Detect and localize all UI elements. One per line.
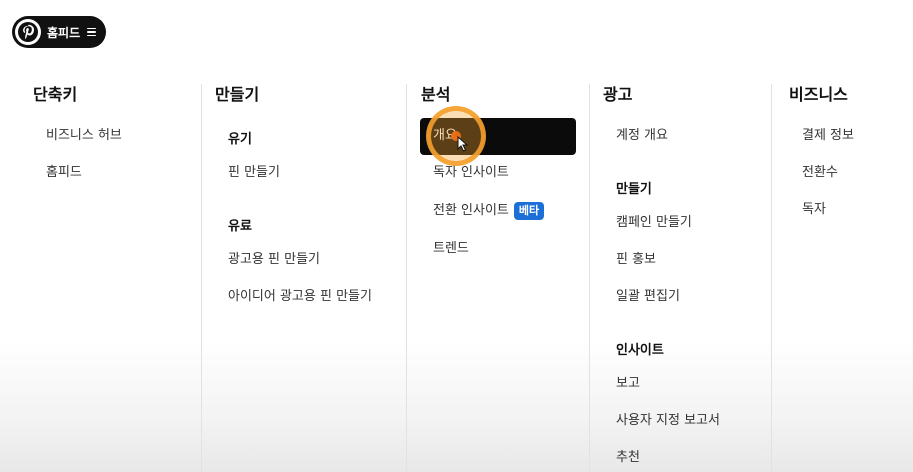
hamburger-menu-icon: [87, 27, 97, 37]
conversion-insights-label: 전환 인사이트: [433, 203, 509, 218]
menu-item-custom-report[interactable]: 사용자 지정 보고서: [616, 412, 720, 430]
menu-item-trends[interactable]: 트렌드: [433, 240, 469, 258]
home-feed-button[interactable]: 홈피드: [12, 16, 107, 48]
menu-item-create-idea-ad-pin[interactable]: 아이디어 광고용 핀 만들기: [228, 288, 372, 306]
menu-item-account-overview[interactable]: 계정 개요: [616, 127, 668, 145]
home-feed-label: 홈피드: [47, 25, 81, 40]
column-divider: [589, 84, 590, 472]
shortcuts-title: 단축키: [33, 85, 78, 104]
menu-item-reporting[interactable]: 보고: [616, 375, 640, 393]
menu-item-conversions[interactable]: 전환수: [802, 164, 838, 182]
analytics-title: 분석: [421, 85, 451, 104]
beta-badge: 베타: [513, 202, 545, 220]
menu-item-bulk-editor[interactable]: 일괄 편집기: [616, 288, 680, 306]
menu-item-audiences[interactable]: 독자: [802, 201, 826, 219]
menu-item-promote-pin[interactable]: 핀 홍보: [616, 251, 656, 269]
menu-item-business-hub[interactable]: 비즈니스 허브: [46, 127, 122, 145]
section-organic: 유기: [228, 132, 252, 147]
menu-item-conversion-insights[interactable]: 전환 인사이트 베타: [433, 202, 545, 220]
menu-item-create-ad-pin[interactable]: 광고용 핀 만들기: [228, 251, 320, 269]
ads-title: 광고: [603, 85, 633, 104]
pinterest-logo-icon: [15, 19, 41, 45]
business-title: 비즈니스: [789, 85, 848, 104]
menu-item-create-campaign[interactable]: 캠페인 만들기: [616, 214, 692, 232]
section-paid: 유료: [228, 219, 252, 234]
menu-item-audience-insights[interactable]: 독자 인사이트: [433, 164, 509, 182]
create-title: 만들기: [215, 85, 260, 104]
menu-item-overview-selected[interactable]: 개요: [420, 118, 576, 155]
column-divider: [406, 84, 407, 472]
section-ads-create: 만들기: [616, 182, 652, 197]
menu-item-overview-label: 개요: [433, 128, 457, 143]
column-divider: [201, 84, 202, 472]
column-divider: [771, 84, 772, 472]
section-ads-insights: 인사이트: [616, 343, 664, 358]
menu-item-create-pin[interactable]: 핀 만들기: [228, 164, 280, 182]
menu-item-billing[interactable]: 결제 정보: [802, 127, 854, 145]
menu-item-home-feed[interactable]: 홈피드: [46, 164, 82, 182]
menu-item-recommendations[interactable]: 추천: [616, 449, 640, 467]
